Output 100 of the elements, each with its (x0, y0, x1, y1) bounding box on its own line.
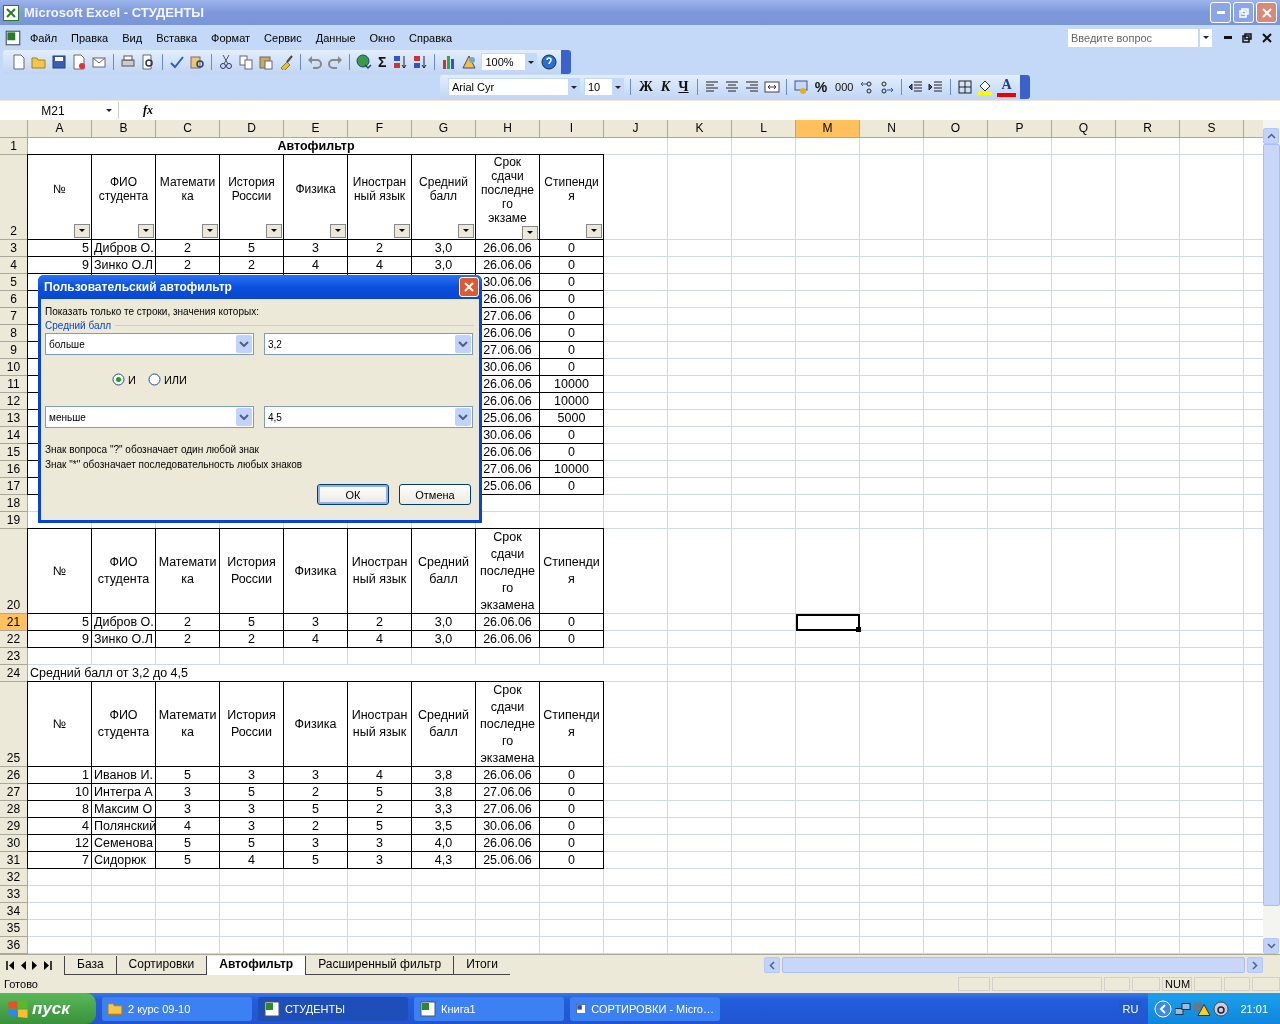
last-sheet-icon[interactable] (43, 960, 52, 970)
column-header[interactable]: F (348, 120, 412, 138)
question-dropdown-button[interactable] (1200, 28, 1212, 47)
menu-item[interactable]: Сервис (258, 29, 308, 46)
column-header[interactable]: E (284, 120, 348, 138)
increase-indent-icon[interactable] (928, 79, 945, 95)
row-header[interactable]: 12 (0, 393, 28, 410)
column-header[interactable]: Q (1052, 120, 1116, 138)
close-button[interactable] (459, 277, 479, 297)
thousands-separator-button[interactable]: 000 (833, 77, 856, 97)
row-header[interactable]: 2 (0, 155, 28, 240)
email-icon[interactable] (91, 54, 107, 70)
permission-icon[interactable] (71, 54, 87, 70)
column-header[interactable]: N (860, 120, 924, 138)
network-icon[interactable] (1175, 1002, 1192, 1015)
menu-item[interactable]: Формат (205, 29, 257, 46)
taskbar-button[interactable]: Книга1 (414, 996, 564, 1021)
sheet-tab[interactable]: Итоги (453, 955, 510, 975)
print-icon[interactable] (120, 54, 136, 70)
row-header[interactable]: 22 (0, 631, 28, 648)
filter-dropdown-button[interactable] (394, 224, 410, 238)
decrease-decimal-icon[interactable] (879, 79, 896, 95)
save-icon[interactable] (51, 54, 67, 70)
row-header[interactable]: 13 (0, 410, 28, 427)
insert-function-button[interactable]: fx (119, 103, 177, 118)
row-header[interactable]: 20 (0, 529, 28, 614)
menu-item[interactable]: Вид (116, 29, 149, 46)
menu-item[interactable]: Файл (24, 29, 64, 46)
toolbar-options-button[interactable] (1019, 75, 1030, 99)
cancel-button[interactable]: Отмена (399, 484, 471, 505)
taskbar-button[interactable]: СТУДЕНТЫ (258, 996, 408, 1021)
row-header[interactable]: 27 (0, 784, 28, 801)
filter-dropdown-button[interactable] (586, 224, 602, 238)
filter-dropdown-button[interactable] (522, 226, 538, 240)
print-preview-icon[interactable] (140, 54, 156, 70)
spelling-icon[interactable] (169, 54, 185, 70)
workbook-icon[interactable] (4, 28, 22, 47)
row-header[interactable]: 16 (0, 461, 28, 478)
row-header[interactable]: 5 (0, 274, 28, 291)
cut-icon[interactable] (218, 54, 234, 70)
row-header[interactable]: 33 (0, 886, 28, 903)
row-header[interactable]: 1 (0, 138, 28, 155)
column-header[interactable]: P (988, 120, 1052, 138)
row-header[interactable]: 29 (0, 818, 28, 835)
new-document-icon[interactable] (11, 54, 27, 70)
help-icon[interactable] (541, 54, 558, 70)
column-header[interactable]: A (28, 120, 92, 138)
ok-button[interactable]: ОК (317, 484, 389, 505)
row-header[interactable]: 11 (0, 376, 28, 393)
merge-cells-icon[interactable] (763, 79, 780, 95)
copy-icon[interactable] (238, 54, 254, 70)
font-size-dropdown[interactable]: 10 (584, 78, 624, 96)
row-header[interactable]: 23 (0, 648, 28, 665)
column-header[interactable]: I (540, 120, 604, 138)
row-header[interactable]: 34 (0, 903, 28, 920)
taskbar-button[interactable]: СОРТИРОВКИ - Micro… (570, 996, 720, 1021)
logic-radio-button[interactable]: И (112, 373, 136, 386)
scroll-left-button[interactable] (764, 957, 780, 973)
row-header[interactable]: 10 (0, 359, 28, 376)
operator-dropdown[interactable]: меньше (45, 406, 254, 428)
fill-color-icon[interactable] (977, 79, 994, 95)
sheet-tab[interactable]: Расширенный фильтр (305, 955, 454, 975)
research-icon[interactable] (189, 54, 205, 70)
underline-button[interactable]: Ч (676, 77, 691, 97)
antivirus-icon[interactable] (1213, 1000, 1230, 1017)
row-header[interactable]: 7 (0, 308, 28, 325)
row-header[interactable]: 9 (0, 342, 28, 359)
hyperlink-icon[interactable] (356, 54, 372, 70)
selected-cell[interactable] (796, 614, 860, 631)
row-header[interactable]: 4 (0, 257, 28, 274)
value-dropdown[interactable]: 3,2 (264, 333, 473, 355)
taskbar-button[interactable]: 2 курс 09-10 (102, 996, 252, 1021)
redo-icon[interactable] (327, 54, 343, 70)
column-header[interactable]: R (1116, 120, 1180, 138)
sheet-tab[interactable]: База (64, 955, 116, 975)
align-center-icon[interactable] (723, 79, 740, 95)
format-painter-icon[interactable] (278, 54, 294, 70)
menu-item[interactable]: Вставка (150, 29, 203, 46)
dropdown-button[interactable] (525, 54, 537, 70)
filter-dropdown-button[interactable] (202, 224, 218, 238)
row-header[interactable]: 35 (0, 920, 28, 937)
font-dropdown[interactable]: Arial Cyr (448, 78, 580, 96)
column-header[interactable]: B (92, 120, 156, 138)
borders-icon[interactable] (957, 79, 974, 95)
column-header[interactable]: M (796, 120, 860, 138)
decrease-indent-icon[interactable] (908, 79, 925, 95)
column-header[interactable]: L (732, 120, 796, 138)
align-left-icon[interactable] (703, 79, 720, 95)
sort-ascending-icon[interactable] (392, 54, 409, 70)
percent-button[interactable]: % (812, 77, 830, 97)
first-sheet-icon[interactable] (6, 960, 15, 970)
warning-icon[interactable] (1194, 1001, 1211, 1016)
bold-button[interactable]: Ж (637, 77, 655, 97)
row-header[interactable]: 25 (0, 682, 28, 767)
name-box[interactable]: M21 (0, 102, 119, 119)
question-field[interactable]: Введите вопрос (1068, 28, 1198, 47)
restore-icon[interactable] (1242, 32, 1252, 43)
column-header[interactable]: G (412, 120, 476, 138)
column-header[interactable]: C (156, 120, 220, 138)
undo-icon[interactable] (307, 54, 323, 70)
